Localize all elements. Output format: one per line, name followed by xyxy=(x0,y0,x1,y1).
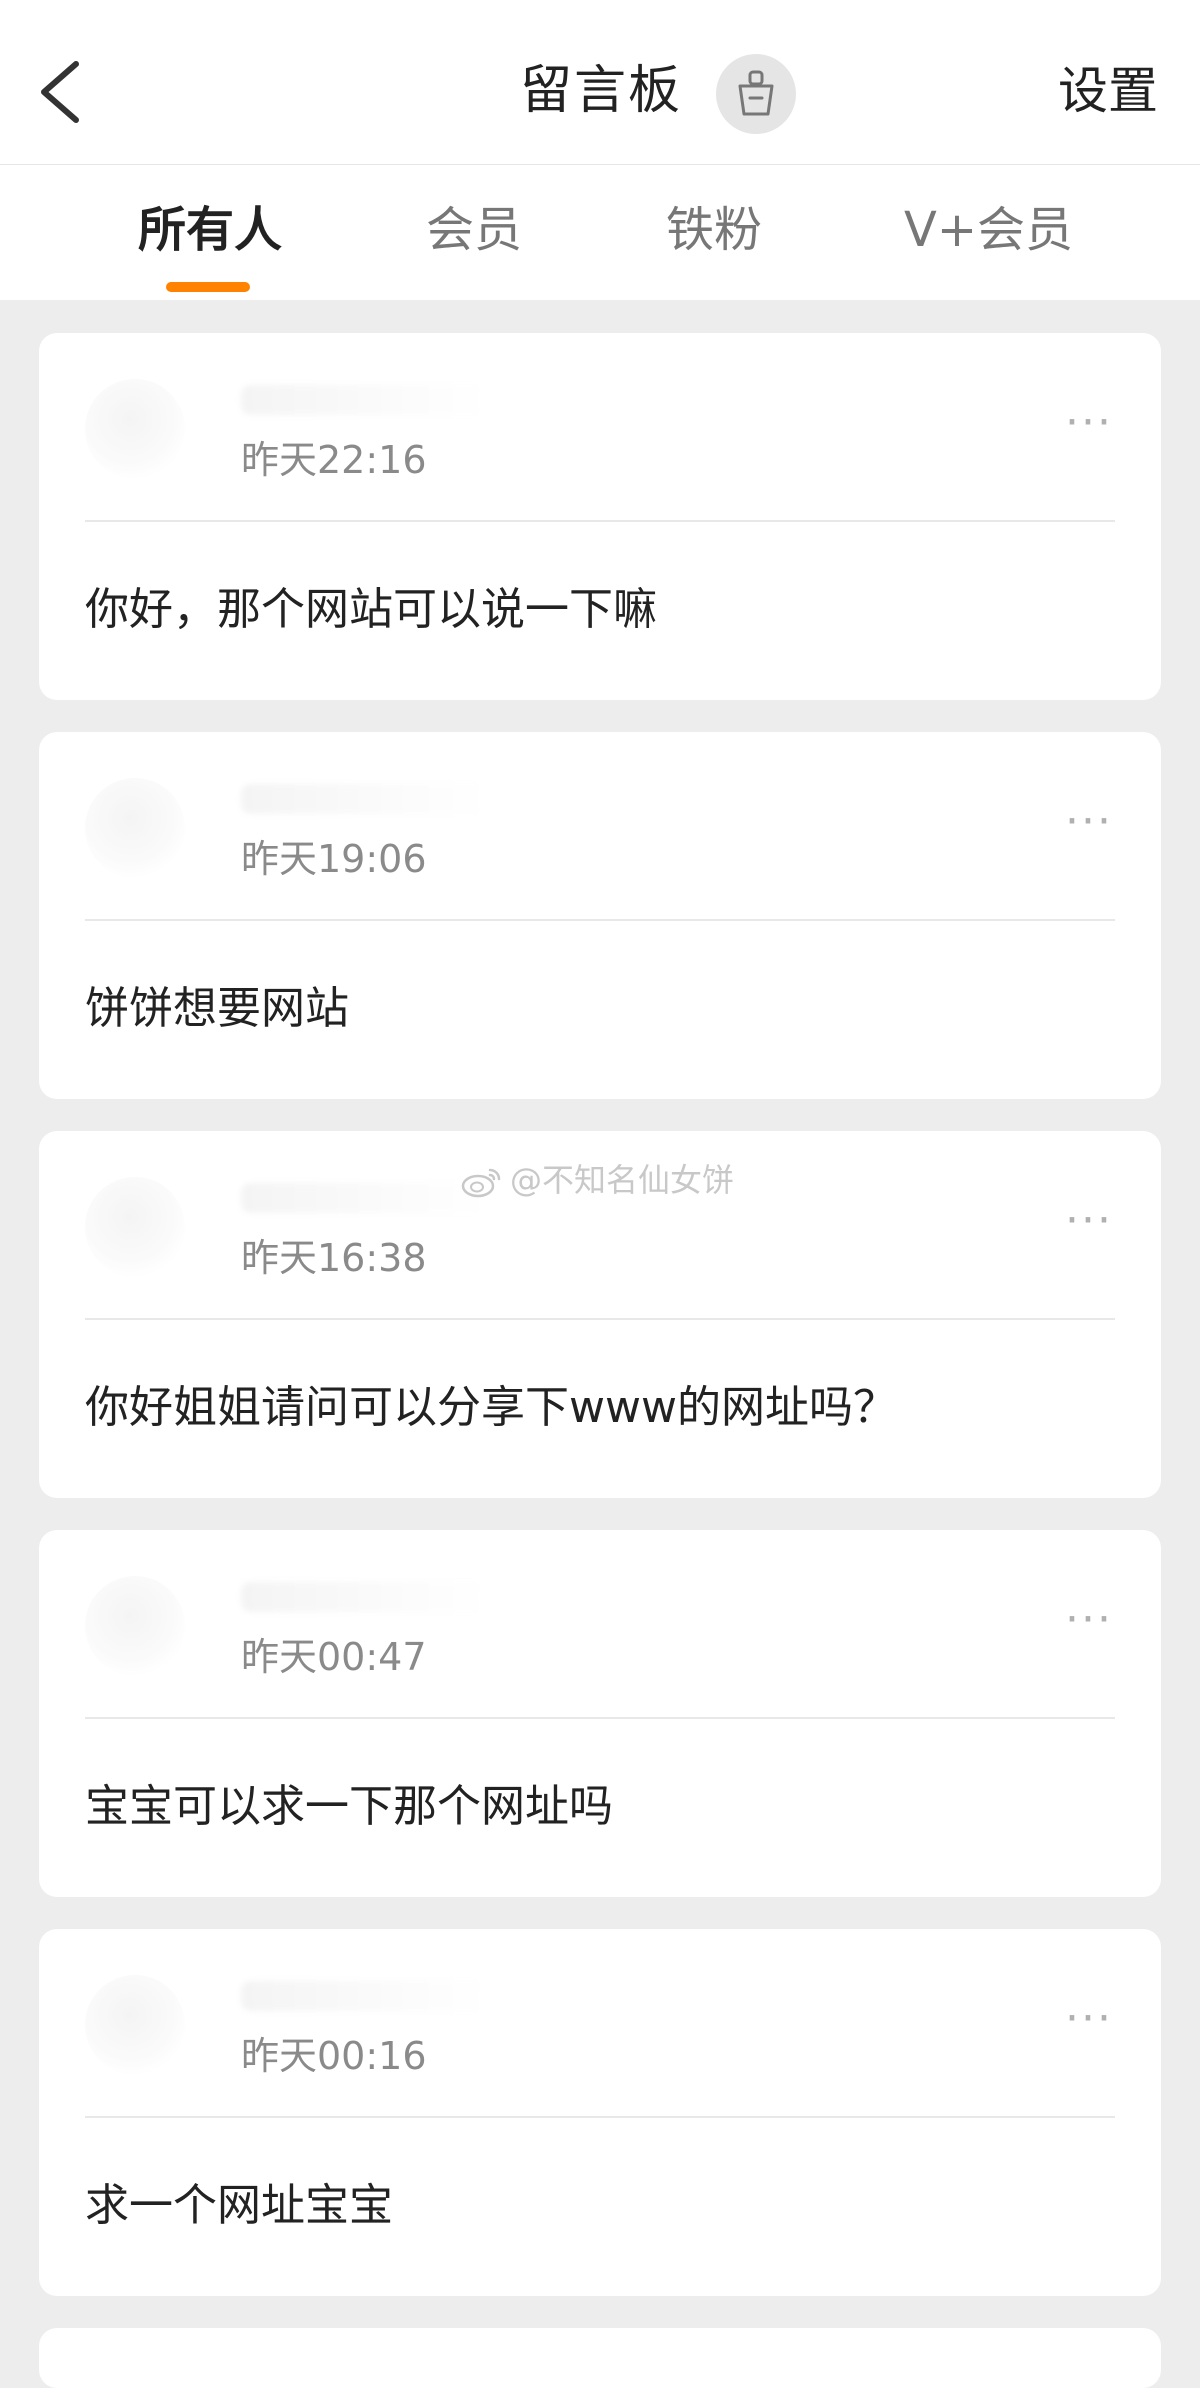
tab-iron-fans[interactable]: 铁粉 xyxy=(666,195,762,265)
settings-button[interactable]: 设置 xyxy=(1058,56,1158,126)
avatar[interactable] xyxy=(85,1576,185,1676)
tab-v-plus-members[interactable]: V+会员 xyxy=(904,195,1073,265)
watermark: @不知名仙女饼 xyxy=(460,1158,734,1202)
more-options-button[interactable]: ··· xyxy=(1059,1997,1119,2041)
message-card[interactable]: 昨天22:16 ··· 你好，那个网站可以说一下嘛 xyxy=(39,333,1161,700)
audience-tabs: 所有人 会员 铁粉 V+会员 xyxy=(0,165,1200,300)
message-time: 昨天16:38 xyxy=(241,1236,427,1280)
avatar[interactable] xyxy=(85,778,185,878)
message-card[interactable]: 昨天00:47 ··· 宝宝可以求一下那个网址吗 xyxy=(39,1530,1161,1897)
message-text: 你好姐姐请问可以分享下www的网址吗？ xyxy=(85,1382,897,1433)
blurred-username xyxy=(241,1183,491,1213)
message-text: 你好，那个网站可以说一下嘛 xyxy=(85,584,657,635)
page-title: 留言板 xyxy=(520,61,683,121)
divider xyxy=(85,919,1115,921)
more-dots-icon: ··· xyxy=(1065,1594,1113,1645)
divider xyxy=(85,1318,1115,1320)
message-card[interactable]: 昨天19:06 ··· 饼饼想要网站 xyxy=(39,732,1161,1099)
avatar[interactable] xyxy=(85,379,185,479)
divider xyxy=(85,520,1115,522)
message-card[interactable]: 昨天00:16 ··· 求一个网址宝宝 xyxy=(39,1929,1161,2296)
blurred-username xyxy=(241,784,491,814)
more-options-button[interactable]: ··· xyxy=(1059,401,1119,445)
more-dots-icon: ··· xyxy=(1065,796,1113,847)
more-options-button[interactable]: ··· xyxy=(1059,1598,1119,1642)
tab-everyone[interactable]: 所有人 xyxy=(138,195,282,265)
weibo-logo-icon xyxy=(461,1168,501,1198)
message-time: 昨天00:47 xyxy=(241,1635,427,1679)
blurred-username xyxy=(241,1981,491,2011)
message-text: 求一个网址宝宝 xyxy=(85,2180,393,2231)
blurred-username xyxy=(241,385,491,415)
message-text: 饼饼想要网站 xyxy=(85,983,349,1034)
active-tab-indicator xyxy=(166,282,250,292)
more-dots-icon: ··· xyxy=(1065,1195,1113,1246)
divider xyxy=(85,1717,1115,1719)
message-card-partial[interactable] xyxy=(39,2328,1161,2388)
back-button[interactable] xyxy=(30,52,100,132)
more-dots-icon: ··· xyxy=(1065,1993,1113,2044)
message-time: 昨天00:16 xyxy=(241,2034,427,2078)
app-header: 留言板 设置 xyxy=(0,0,1200,165)
message-time: 昨天19:06 xyxy=(241,837,427,881)
more-options-button[interactable]: ··· xyxy=(1059,1199,1119,1243)
tab-members[interactable]: 会员 xyxy=(426,195,522,265)
watermark-text: @不知名仙女饼 xyxy=(510,1161,735,1199)
clean-button[interactable] xyxy=(716,54,796,134)
avatar[interactable] xyxy=(85,1975,185,2075)
message-time: 昨天22:16 xyxy=(241,438,427,482)
blurred-username xyxy=(241,1582,491,1612)
avatar[interactable] xyxy=(85,1177,185,1277)
more-options-button[interactable]: ··· xyxy=(1059,800,1119,844)
divider xyxy=(85,2116,1115,2118)
chevron-left-icon xyxy=(41,61,79,123)
message-text: 宝宝可以求一下那个网址吗 xyxy=(85,1781,613,1832)
broom-icon xyxy=(738,70,774,116)
more-dots-icon: ··· xyxy=(1065,397,1113,448)
